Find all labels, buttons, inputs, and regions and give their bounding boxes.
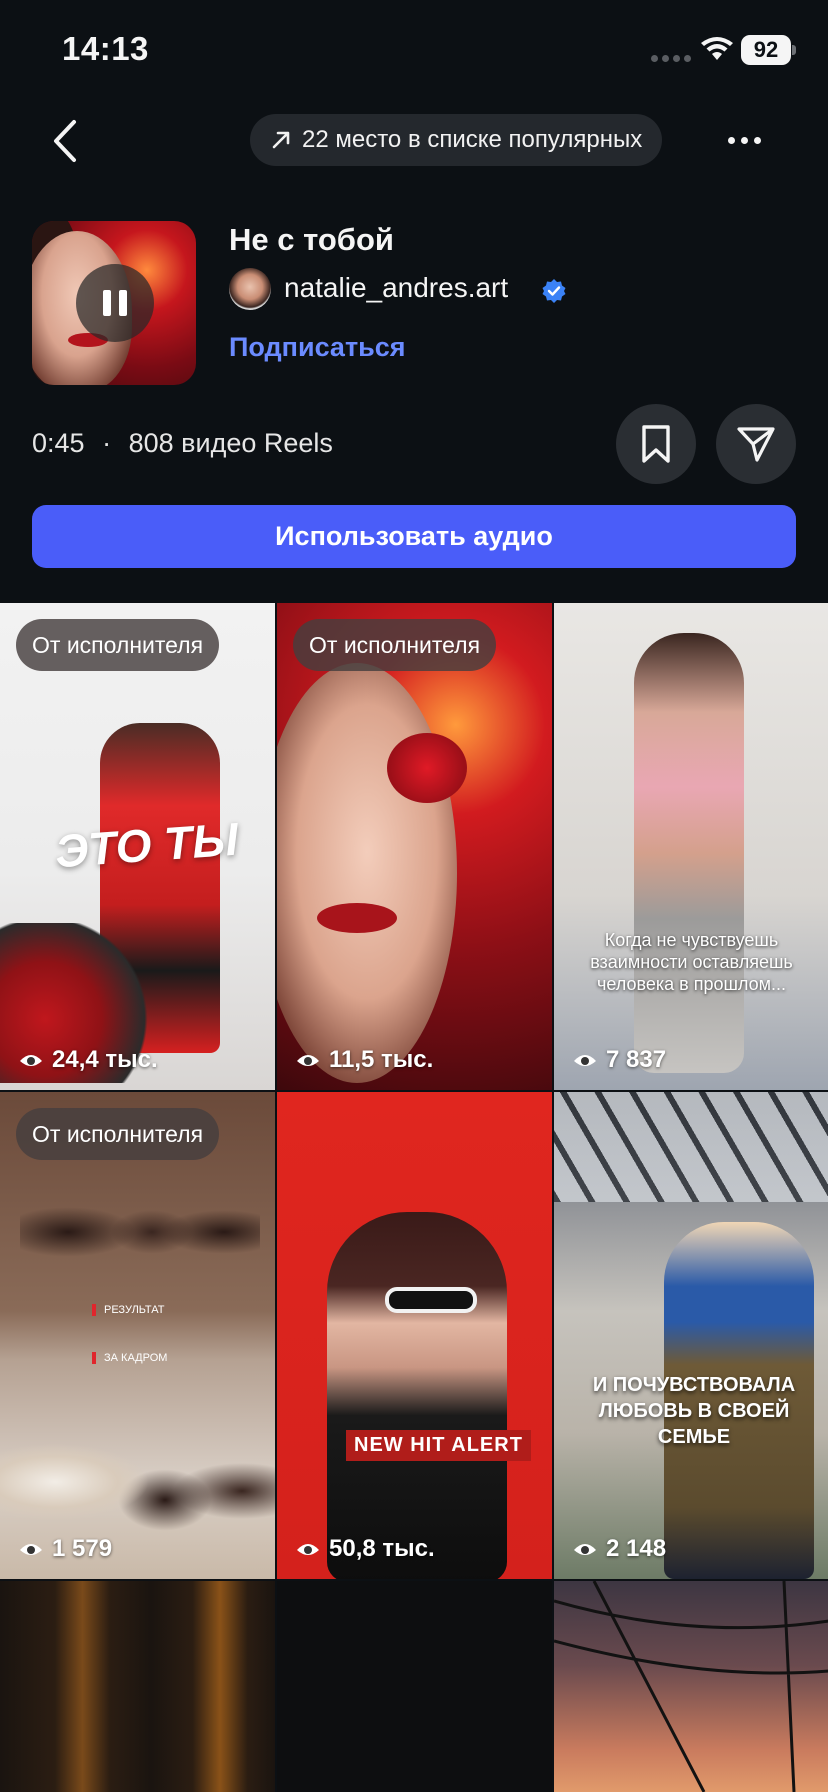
more-dot [727, 136, 735, 144]
send-icon [737, 427, 775, 462]
reel-tile[interactable]: От исполнителя 11,5 тыс. [277, 603, 552, 1090]
power-lines [554, 1581, 828, 1792]
wifi-icon [701, 37, 733, 60]
eye-icon [20, 1055, 42, 1066]
follow-link[interactable]: Подписаться [229, 332, 406, 363]
song-title: Не с тобой [229, 222, 394, 257]
artist-name[interactable]: natalie_andres.art [284, 272, 508, 304]
view-count: 11,5 тыс. [295, 1046, 433, 1074]
back-button[interactable] [46, 116, 86, 166]
reel-overlay-text: И ПОЧУВСТВОВАЛА ЛЮБОВЬ В СВОЕЙ СЕМЬЕ [592, 1374, 796, 1448]
use-audio-button[interactable]: Использовать аудио [32, 505, 796, 568]
view-count: 1 579 [18, 1535, 112, 1563]
view-count-label: 2 148 [606, 1535, 667, 1562]
cellular-signal-icon [651, 55, 691, 62]
eye-icon [297, 1055, 319, 1066]
view-count-label: 7 837 [606, 1046, 667, 1073]
meta-separator: · [102, 428, 112, 458]
save-button[interactable] [616, 404, 696, 484]
more-dot [740, 136, 748, 144]
eye-icon [297, 1544, 319, 1555]
pause-bar [103, 290, 111, 316]
view-count-label: 1 579 [52, 1535, 113, 1562]
artist-badge: От исполнителя [16, 619, 220, 671]
duration: 0:45 [32, 428, 85, 458]
artist-avatar[interactable] [229, 268, 271, 310]
reel-tile[interactable] [277, 1581, 552, 1792]
reel-overlay-text: NEW HIT ALERT [346, 1430, 531, 1461]
trending-arrow-icon [272, 131, 290, 149]
rose [387, 733, 467, 803]
reel-caption: Когда не чувствуешь взаимности оставляеш… [590, 930, 793, 994]
song-meta: 0:45 · 808 видео Reels [32, 428, 333, 459]
view-count: 50,8 тыс. [295, 1535, 435, 1563]
more-dot [753, 136, 761, 144]
singer-figure [327, 1212, 507, 1579]
pause-button[interactable] [76, 264, 154, 342]
artist-badge: От исполнителя [16, 1108, 220, 1160]
view-count-label: 11,5 тыс. [329, 1046, 434, 1073]
chart-position-label: 22 место в списке популярных [302, 126, 643, 153]
status-time: 14:13 [62, 30, 149, 67]
reel-label-top: РЕЗУЛЬТАТ [92, 1304, 164, 1316]
view-count: 7 837 [572, 1046, 666, 1074]
bookmark-icon [642, 425, 670, 463]
chart-position-pill[interactable]: 22 место в списке популярных [250, 114, 663, 166]
status-bar: 14:13 92 [0, 0, 828, 100]
reel-tile[interactable]: И ПОЧУВСТВОВАЛА ЛЮБОВЬ В СВОЕЙ СЕМЬЕ 2 1… [554, 1092, 828, 1579]
dancers-top [20, 1162, 260, 1302]
artist-badge: От исполнителя [293, 619, 497, 671]
reel-thumbnail [0, 1581, 275, 1792]
reel-tile[interactable] [554, 1581, 828, 1792]
reel-tile[interactable]: РЕЗУЛЬТАТ ЗА КАДРОМ От исполнителя 1 579 [0, 1092, 275, 1579]
reel-thumbnail [277, 1581, 552, 1792]
mall-roof [554, 1092, 828, 1202]
reel-tile[interactable]: ЭТО ТЫ От исполнителя 24,4 тыс. [0, 603, 275, 1090]
reels-count: 808 видео Reels [128, 428, 333, 458]
view-count: 2 148 [572, 1535, 666, 1563]
battery-cap [792, 45, 796, 55]
dancer-figure [634, 633, 744, 1073]
reel-tile[interactable] [0, 1581, 275, 1792]
view-count-label: 50,8 тыс. [329, 1535, 435, 1562]
eye-icon [20, 1544, 42, 1555]
sunglasses [385, 1287, 477, 1313]
reel-tile[interactable]: Когда не чувствуешь взаимности оставляеш… [554, 603, 828, 1090]
reel-label-bottom: ЗА КАДРОМ [92, 1352, 167, 1364]
more-options-button[interactable] [724, 120, 764, 160]
eye-icon [574, 1544, 596, 1555]
view-count-label: 24,4 тыс. [52, 1046, 158, 1073]
lips [317, 903, 397, 933]
pause-bar [119, 290, 127, 316]
reel-tile[interactable]: NEW HIT ALERT 50,8 тыс. [277, 1092, 552, 1579]
view-count: 24,4 тыс. [18, 1046, 158, 1074]
verified-badge-icon [542, 279, 566, 303]
eye-icon [574, 1055, 596, 1066]
share-button[interactable] [716, 404, 796, 484]
battery-indicator: 92 [741, 35, 791, 65]
